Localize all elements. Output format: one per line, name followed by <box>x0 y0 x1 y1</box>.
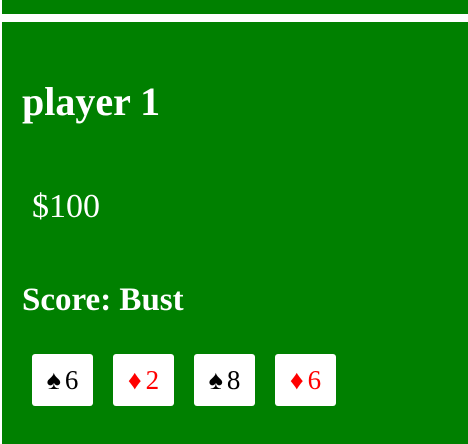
card-rank: 2 <box>145 364 160 395</box>
card-rank: 6 <box>64 364 79 395</box>
spade-icon: ♠ <box>208 364 223 395</box>
player-score: Score: Bust <box>22 282 184 318</box>
player-money: $100 <box>32 188 100 225</box>
card-rank: 8 <box>226 364 241 395</box>
player-name: player 1 <box>22 79 161 124</box>
card-rank: 6 <box>307 364 322 395</box>
player-hand: ♠ 6 ♦ 2 ♠ 8 ♦ 6 <box>32 354 336 406</box>
player-panel: player 1 $100 Score: Bust ♠ 6 ♦ 2 ♠ 8 ♦ 6 <box>2 22 468 444</box>
playing-card: ♠ 8 <box>194 354 255 406</box>
spade-icon: ♠ <box>46 364 61 395</box>
playing-card: ♦ 6 <box>275 354 336 406</box>
diamond-icon: ♦ <box>289 364 304 395</box>
playing-card: ♠ 6 <box>32 354 93 406</box>
diamond-icon: ♦ <box>127 364 142 395</box>
top-table-panel <box>2 0 468 14</box>
playing-card: ♦ 2 <box>113 354 174 406</box>
